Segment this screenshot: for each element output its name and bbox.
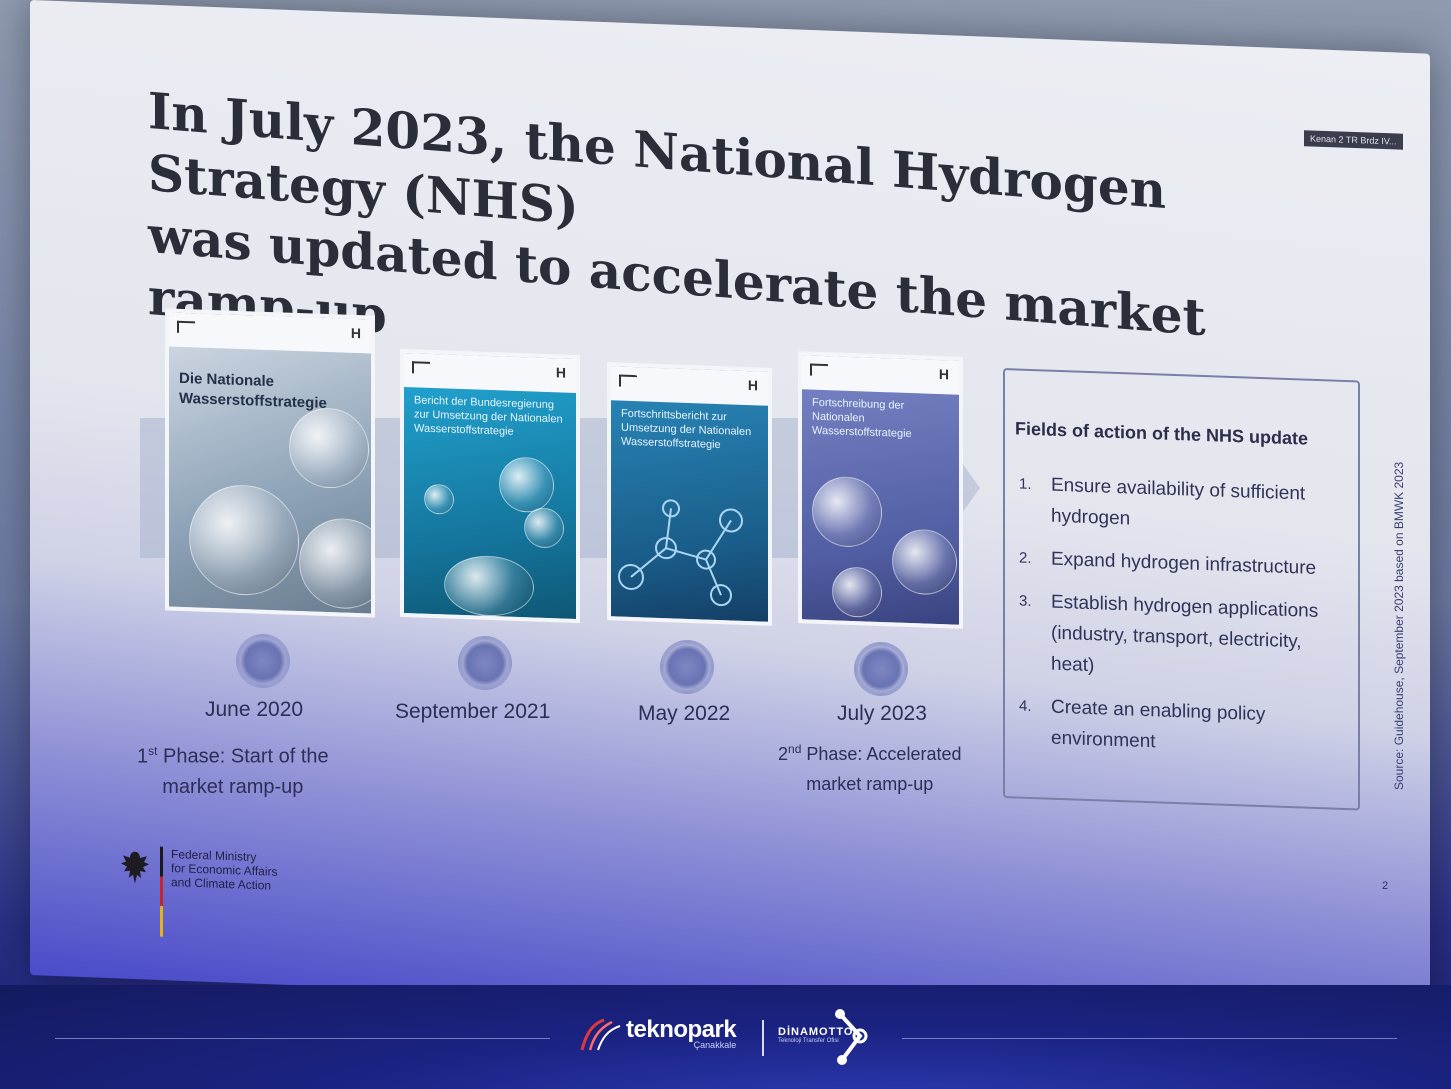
- bubble-icon: [499, 456, 554, 514]
- bubble-icon: [424, 483, 454, 515]
- h2-logo-icon: H: [938, 366, 949, 383]
- source-note: Source: Guidehouse, September 2023 based…: [1392, 461, 1406, 790]
- list-item: 2. Expand hydrogen infrastructure: [1019, 548, 1317, 579]
- phase-1-label: 1st Phase: Start of the market ramp-up: [137, 744, 329, 798]
- bubble-icon: [299, 517, 375, 611]
- cover-2021: H Bericht der Bundesregierung zur Umsetz…: [400, 348, 580, 624]
- screen-label: Kenan 2 TR Brdz IV...: [1304, 130, 1403, 150]
- bubble-icon: [892, 528, 957, 596]
- bubble-icon: [524, 507, 564, 549]
- bubble-icon: [832, 566, 882, 619]
- timeline-node-2023: [854, 642, 908, 696]
- date-june-2020: June 2020: [205, 698, 304, 721]
- ministry-mini-logo-icon: [619, 374, 637, 388]
- bubble-icon: [812, 475, 882, 549]
- teknopark-mark-icon: [580, 1018, 621, 1051]
- eagle-icon: [121, 851, 149, 884]
- ministry-logo: Federal Ministry for Economic Affairs an…: [118, 845, 278, 941]
- cover-2023: H Fortschreibung der Nationalen Wasserst…: [798, 351, 963, 629]
- h2-logo-icon: H: [350, 324, 361, 342]
- date-july-2023: July 2023: [837, 702, 927, 725]
- h2-logo-icon: H: [747, 377, 758, 394]
- fields-list: 1. Ensure availability of sufficient hydr…: [1019, 469, 1344, 776]
- molecule-icon: [618, 499, 743, 607]
- timeline-node-2020: [236, 634, 290, 688]
- fields-of-action-box: Fields of action of the NHS update 1. Ens…: [1003, 368, 1360, 811]
- page-number: 2: [1382, 880, 1389, 892]
- bubble-icon: [444, 554, 534, 618]
- date-may-2022: May 2022: [638, 702, 731, 725]
- ministry-name: Federal Ministry for Economic Affairs an…: [171, 847, 278, 893]
- date-september-2021: September 2021: [395, 700, 551, 723]
- cover-title: Bericht der Bundesregierung zur Umsetzun…: [414, 394, 563, 438]
- divider: [902, 1038, 1397, 1039]
- list-item: 3. Establish hydrogen applications (indus…: [1019, 591, 1319, 677]
- divider: [55, 1038, 550, 1039]
- list-item: 1. Ensure availability of sufficient hydr…: [1019, 474, 1306, 530]
- brand-separator: [762, 1020, 764, 1056]
- cover-2020: H Die Nationale Wasserstoffstrategie: [165, 308, 375, 618]
- timeline-node-2021: [458, 636, 512, 690]
- cover-title: Fortschrittsbericht zur Umsetzung der Na…: [621, 407, 752, 452]
- ministry-mini-logo-icon: [810, 363, 828, 377]
- phase-2-label: 2nd Phase: Accelerated market ramp-up: [778, 742, 962, 794]
- ministry-mini-logo-icon: [412, 361, 430, 374]
- list-item: 4. Create an enabling policy environment: [1019, 696, 1266, 753]
- flag-bar: [160, 846, 163, 937]
- bubble-icon: [189, 483, 299, 598]
- cover-title: Fortschreibung der Nationalen Wasserstof…: [812, 396, 912, 441]
- bubble-icon: [289, 406, 369, 490]
- cover-2022: H Fortschrittsbericht zur Umsetzung der …: [607, 362, 772, 626]
- teknopark-text: teknopark: [626, 1016, 737, 1043]
- h2-logo-icon: H: [555, 364, 566, 381]
- ministry-mini-logo-icon: [177, 320, 195, 334]
- dinamotto-mark-icon: [835, 1009, 868, 1065]
- teknopark-logo: teknopark Çanakkale: [578, 1014, 737, 1054]
- fields-title: Fields of action of the NHS update: [1015, 418, 1309, 449]
- timeline-node-2022: [660, 640, 714, 694]
